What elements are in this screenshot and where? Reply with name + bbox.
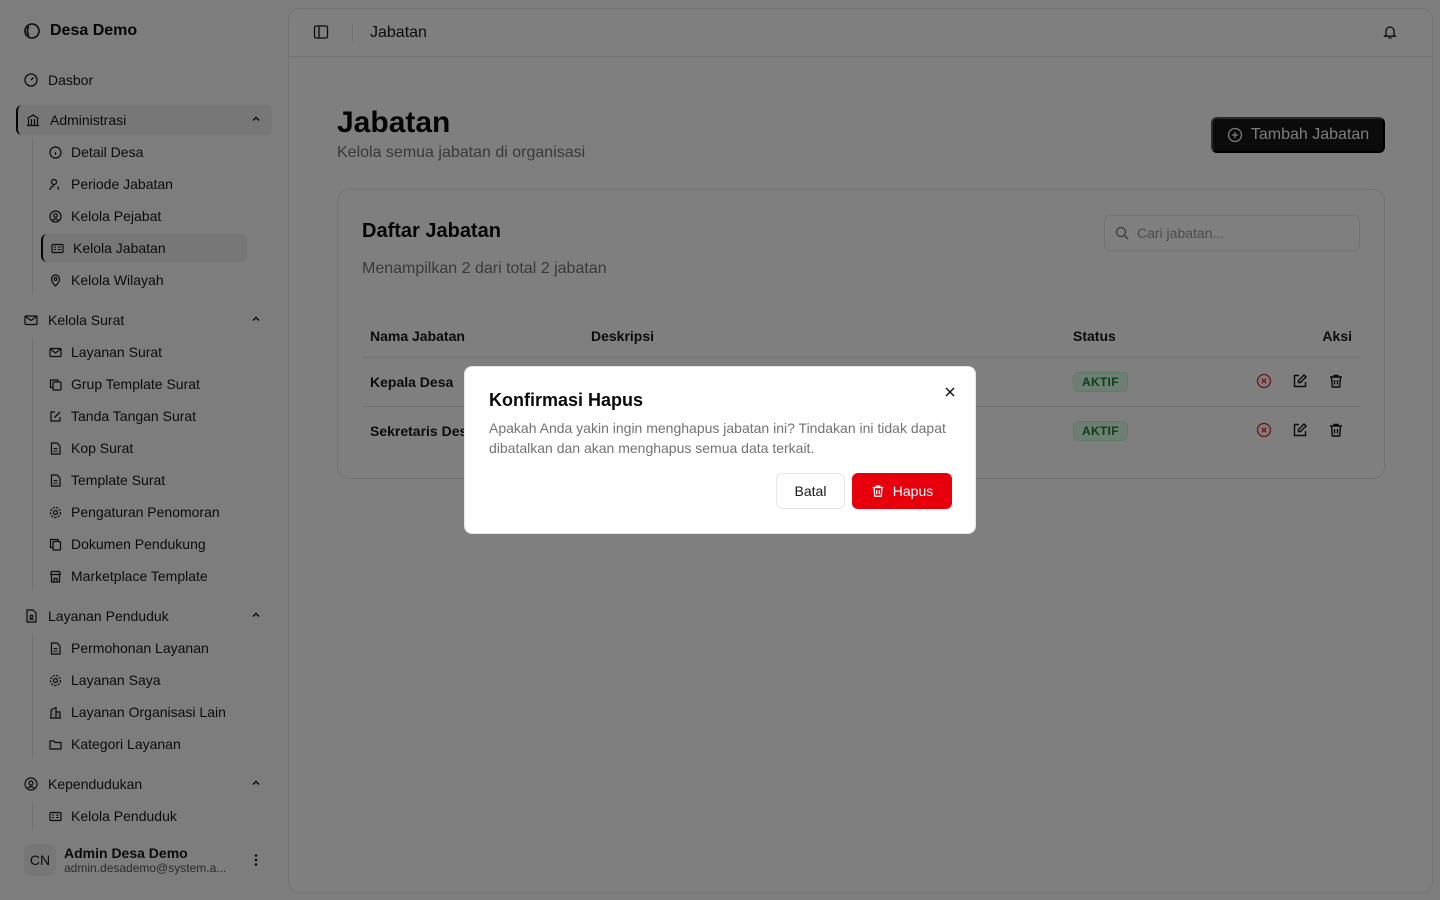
dialog-description: Apakah Anda yakin ingin menghapus jabata…	[489, 420, 946, 456]
close-icon[interactable]	[943, 385, 957, 399]
confirm-delete-label: Hapus	[892, 483, 934, 499]
confirm-delete-dialog: Konfirmasi Hapus Apakah Anda yakin ingin…	[464, 366, 976, 534]
cancel-button[interactable]: Batal	[776, 473, 845, 509]
trash-icon	[871, 484, 885, 498]
confirm-delete-button[interactable]: Hapus	[852, 473, 952, 509]
dialog-title: Konfirmasi Hapus	[489, 390, 644, 410]
